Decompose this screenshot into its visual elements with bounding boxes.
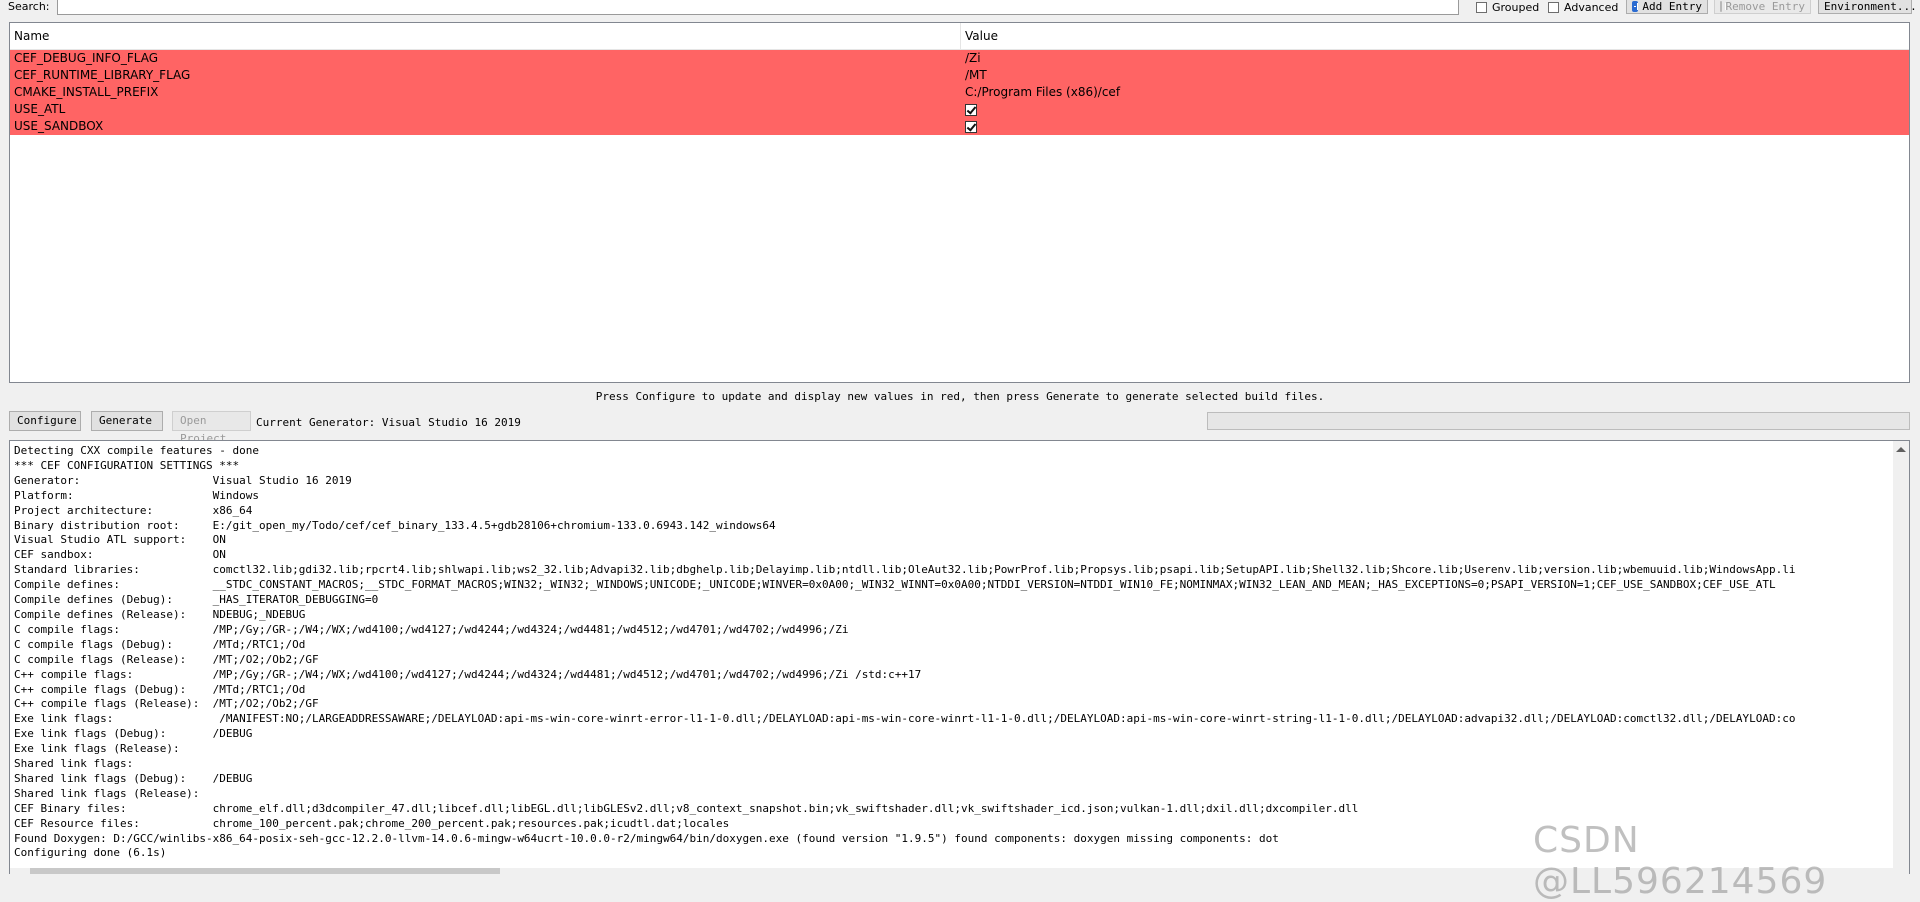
log-line: Compile defines: __STDC_CONSTANT_MACROS;…: [14, 578, 1776, 592]
log-line: Exe link flags: /MANIFEST:NO;/LARGEADDRE…: [14, 712, 1796, 726]
log-line: Compile defines (Release): NDEBUG;_NDEBU…: [14, 607, 306, 621]
column-divider[interactable]: [960, 23, 961, 49]
remove-icon: [1720, 1, 1725, 12]
add-entry-label: Add Entry: [1642, 0, 1702, 13]
use-sandbox-checkbox[interactable]: [965, 121, 977, 133]
table-row[interactable]: USE_ATL: [10, 101, 1909, 118]
hint-text: Press Configure to update and display ne…: [595, 390, 1325, 403]
log-line: CEF Binary files: chrome_elf.dll;d3dcomp…: [14, 801, 1359, 815]
grouped-checkbox-box[interactable]: [1476, 2, 1487, 13]
log-line: C compile flags (Debug): /MTd;/RTC1;/Od: [14, 637, 306, 651]
progress-bar: [1207, 412, 1910, 430]
log-line: C++ compile flags (Release): /MT;/O2;/Ob…: [14, 697, 319, 711]
column-header-value[interactable]: Value: [965, 29, 998, 43]
log-line: Shared link flags (Debug): /DEBUG: [14, 771, 253, 785]
cell-value[interactable]: /Zi: [965, 50, 981, 67]
cell-name: CEF_DEBUG_INFO_FLAG: [14, 51, 159, 65]
advanced-label: Advanced: [1564, 1, 1619, 14]
log-line: Detecting CXX compile features - done: [14, 444, 260, 457]
table-header: Name Value: [10, 23, 1909, 50]
output-log[interactable]: Detecting CXX compile features - done ***…: [9, 440, 1910, 874]
log-line: C compile flags (Release): /MT;/O2;/Ob2;…: [14, 652, 319, 666]
cell-name: CEF_RUNTIME_LIBRARY_FLAG: [14, 68, 191, 82]
advanced-checkbox[interactable]: Advanced: [1548, 1, 1618, 14]
log-line: Platform: Windows: [14, 488, 260, 502]
search-label: Search:: [8, 0, 50, 13]
remove-entry-button[interactable]: Remove Entry: [1714, 0, 1811, 14]
log-line: C++ compile flags (Debug): /MTd;/RTC1;/O…: [14, 682, 306, 696]
grouped-label: Grouped: [1492, 1, 1540, 14]
use-atl-checkbox[interactable]: [965, 104, 977, 116]
advanced-checkbox-box[interactable]: [1548, 2, 1559, 13]
scroll-up-icon[interactable]: [1896, 447, 1906, 452]
table-row[interactable]: CEF_RUNTIME_LIBRARY_FLAG /MT: [10, 67, 1909, 84]
log-line: Visual Studio ATL support: ON: [14, 533, 226, 547]
log-line: *** CEF CONFIGURATION SETTINGS ***: [14, 458, 240, 472]
environment-label: Environment...: [1824, 0, 1917, 13]
table-row[interactable]: USE_SANDBOX: [10, 118, 1909, 135]
log-line: Compile defines (Debug): _HAS_ITERATOR_D…: [14, 593, 379, 607]
add-entry-button[interactable]: Add Entry: [1626, 0, 1708, 14]
search-input[interactable]: [57, 0, 1459, 15]
cell-value[interactable]: /MT: [965, 67, 987, 84]
cell-name: USE_ATL: [14, 102, 66, 116]
watermark: CSDN @LL596214569: [1533, 820, 1828, 902]
cell-name: CMAKE_INSTALL_PREFIX: [14, 85, 159, 99]
log-line: Standard libraries: comctl32.lib;gdi32.l…: [14, 563, 1796, 577]
log-line: C++ compile flags: /MP;/Gy;/GR-;/W4;/WX;…: [14, 667, 922, 681]
horizontal-scroll-thumb[interactable]: [30, 868, 500, 874]
cache-table: Name Value CEF_DEBUG_INFO_FLAG /Zi CEF_R…: [9, 22, 1910, 383]
cell-name: USE_SANDBOX: [14, 119, 104, 133]
configure-button[interactable]: Configure: [9, 411, 81, 431]
table-row[interactable]: CMAKE_INSTALL_PREFIX C:/Program Files (x…: [10, 84, 1909, 101]
log-line: Generator: Visual Studio 16 2019: [14, 473, 352, 487]
grouped-checkbox[interactable]: Grouped: [1476, 1, 1539, 14]
log-line: Binary distribution root: E:/git_open_my…: [14, 518, 776, 532]
log-line: Exe link flags (Debug): /DEBUG: [14, 727, 253, 741]
current-generator-label: Current Generator: Visual Studio 16 2019: [256, 416, 521, 429]
log-line: Shared link flags:: [14, 757, 134, 771]
log-lines: Detecting CXX compile features - done ***…: [14, 444, 1891, 861]
plus-icon: [1632, 1, 1639, 12]
cell-value[interactable]: C:/Program Files (x86)/cef: [965, 84, 1120, 101]
table-row[interactable]: CEF_DEBUG_INFO_FLAG /Zi: [10, 50, 1909, 67]
log-line: Project architecture: x86_64: [14, 503, 253, 517]
generate-button[interactable]: Generate: [91, 411, 163, 431]
toolbar: Search: Grouped Advanced Add Entry Remov…: [0, 0, 1920, 17]
log-line: C compile flags: /MP;/Gy;/GR-;/W4;/WX;/w…: [14, 622, 849, 636]
log-line: CEF sandbox: ON: [14, 548, 226, 562]
remove-entry-label: Remove Entry: [1725, 0, 1805, 13]
environment-button[interactable]: Environment...: [1818, 0, 1917, 14]
open-project-button[interactable]: Open Project: [172, 411, 251, 445]
column-header-name[interactable]: Name: [14, 29, 49, 43]
log-line: Exe link flags (Release):: [14, 742, 180, 756]
log-line: Shared link flags (Release):: [14, 786, 200, 800]
vertical-scrollbar[interactable]: [1893, 441, 1909, 874]
